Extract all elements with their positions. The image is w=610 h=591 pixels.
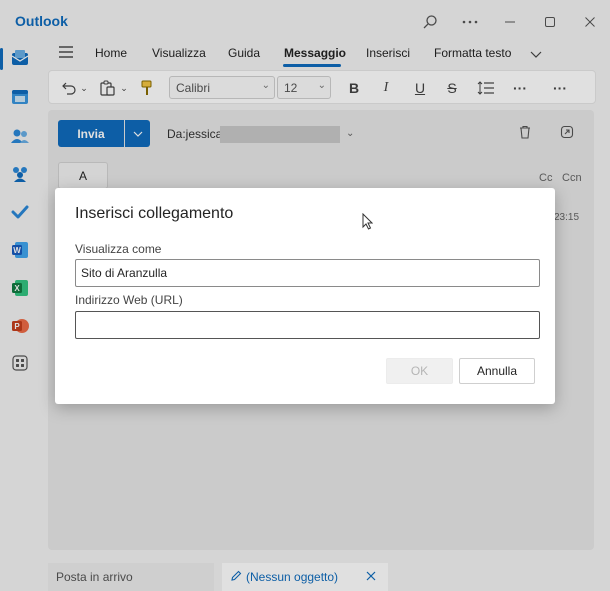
dialog-title: Inserisci collegamento <box>75 205 234 222</box>
url-input[interactable] <box>75 311 540 339</box>
insert-link-dialog: Inserisci collegamento Visualizza come I… <box>55 188 555 404</box>
display-as-label: Visualizza come <box>75 242 162 256</box>
display-as-input[interactable] <box>75 259 540 287</box>
cancel-button[interactable]: Annulla <box>459 358 535 384</box>
mouse-cursor-icon <box>362 212 374 233</box>
url-label: Indirizzo Web (URL) <box>75 293 183 307</box>
ok-button[interactable]: OK <box>386 358 453 384</box>
